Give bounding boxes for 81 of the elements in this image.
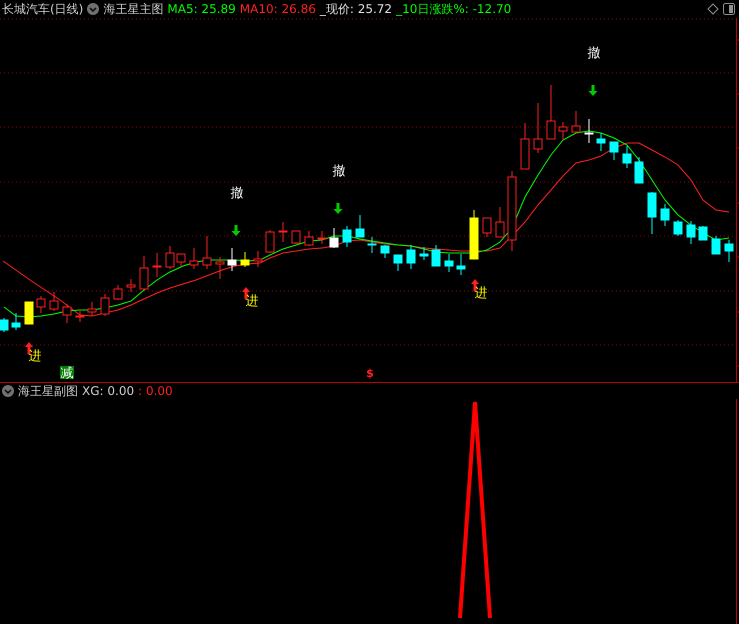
candlestick	[266, 230, 274, 254]
candlestick	[520, 122, 530, 170]
candlestick	[660, 204, 670, 226]
signal-label: 撤	[230, 186, 244, 201]
down-arrow-icon	[334, 203, 342, 214]
signal-label: $	[366, 367, 374, 380]
signal-label: 进	[474, 286, 488, 301]
candlestick	[496, 206, 504, 238]
candlestick	[278, 222, 288, 242]
candlestick	[482, 218, 492, 238]
candlestick	[380, 244, 390, 258]
indicator-value: XG: 0.00	[82, 383, 134, 399]
candlestick	[24, 302, 34, 324]
signal-label: 撤	[332, 164, 346, 179]
candlestick	[88, 302, 96, 316]
candlestick	[0, 318, 8, 332]
candlestick	[698, 226, 708, 240]
candlestick	[546, 84, 556, 140]
candlestick	[318, 230, 326, 244]
dropdown-icon[interactable]	[2, 385, 14, 397]
signal-badge: 减	[60, 366, 74, 381]
candlestick	[584, 118, 594, 144]
candlestick	[456, 254, 466, 276]
candlestick	[166, 246, 174, 270]
candlestick	[420, 246, 428, 260]
candlestick	[254, 250, 262, 268]
dropdown-icon[interactable]	[87, 3, 100, 15]
candlestick	[368, 236, 376, 254]
indicator-name: 海王星主图	[103, 1, 164, 17]
candlestick	[470, 210, 478, 260]
indicator-name: 海王星副图	[18, 383, 78, 399]
down-arrow-icon	[588, 85, 598, 96]
candlestick	[342, 226, 352, 248]
indicator-value: _10日涨跌%: -12.70	[396, 1, 512, 17]
candlestick	[596, 132, 606, 152]
diamond-icon[interactable]	[707, 3, 719, 15]
candlestick	[444, 254, 454, 272]
candlestick	[240, 252, 250, 268]
candlestick	[216, 256, 224, 280]
indicator-value: MA10: 26.86	[240, 1, 316, 17]
indicator-value: _现价: 25.72	[320, 1, 392, 17]
candlestick	[712, 236, 720, 254]
candlestick	[12, 312, 20, 330]
candlestick	[36, 296, 46, 314]
candlestick	[292, 230, 300, 244]
candlestick	[406, 244, 416, 270]
candlestick	[176, 254, 186, 266]
stock-title: 长城汽车(日线)	[2, 1, 84, 17]
indicator-value: MA5: 25.89	[167, 1, 236, 17]
candlestick	[558, 122, 568, 140]
candlestick	[534, 102, 542, 154]
candlestick	[674, 220, 682, 236]
signal-label: 进	[246, 294, 258, 309]
candlestick	[152, 252, 162, 278]
candlestick	[610, 142, 618, 160]
candlestick	[304, 230, 314, 246]
candlestick	[356, 214, 364, 238]
candlestick	[100, 294, 110, 316]
candlestick	[622, 146, 632, 168]
candlestick	[126, 278, 136, 292]
candlestick	[634, 156, 644, 184]
candlestick	[724, 240, 734, 262]
candlestick	[330, 228, 338, 248]
candlestick	[228, 248, 236, 272]
candlestick	[648, 192, 656, 234]
signal-label: 进	[28, 349, 42, 364]
candlestick	[140, 256, 148, 290]
signal-label: 撤	[588, 46, 600, 61]
candlestick	[432, 244, 440, 266]
candlestick	[114, 284, 122, 300]
candlestick	[50, 292, 58, 312]
panel-toggle-icon[interactable]	[723, 3, 735, 15]
candlestick	[572, 110, 580, 134]
indicator-value: : 0.00	[138, 383, 173, 399]
candlestick	[202, 236, 212, 270]
down-arrow-icon	[232, 225, 240, 236]
candlestick	[190, 248, 198, 270]
candlestick	[62, 304, 72, 324]
candlestick	[686, 220, 696, 244]
candlestick	[76, 310, 84, 322]
candlestick	[394, 254, 402, 272]
